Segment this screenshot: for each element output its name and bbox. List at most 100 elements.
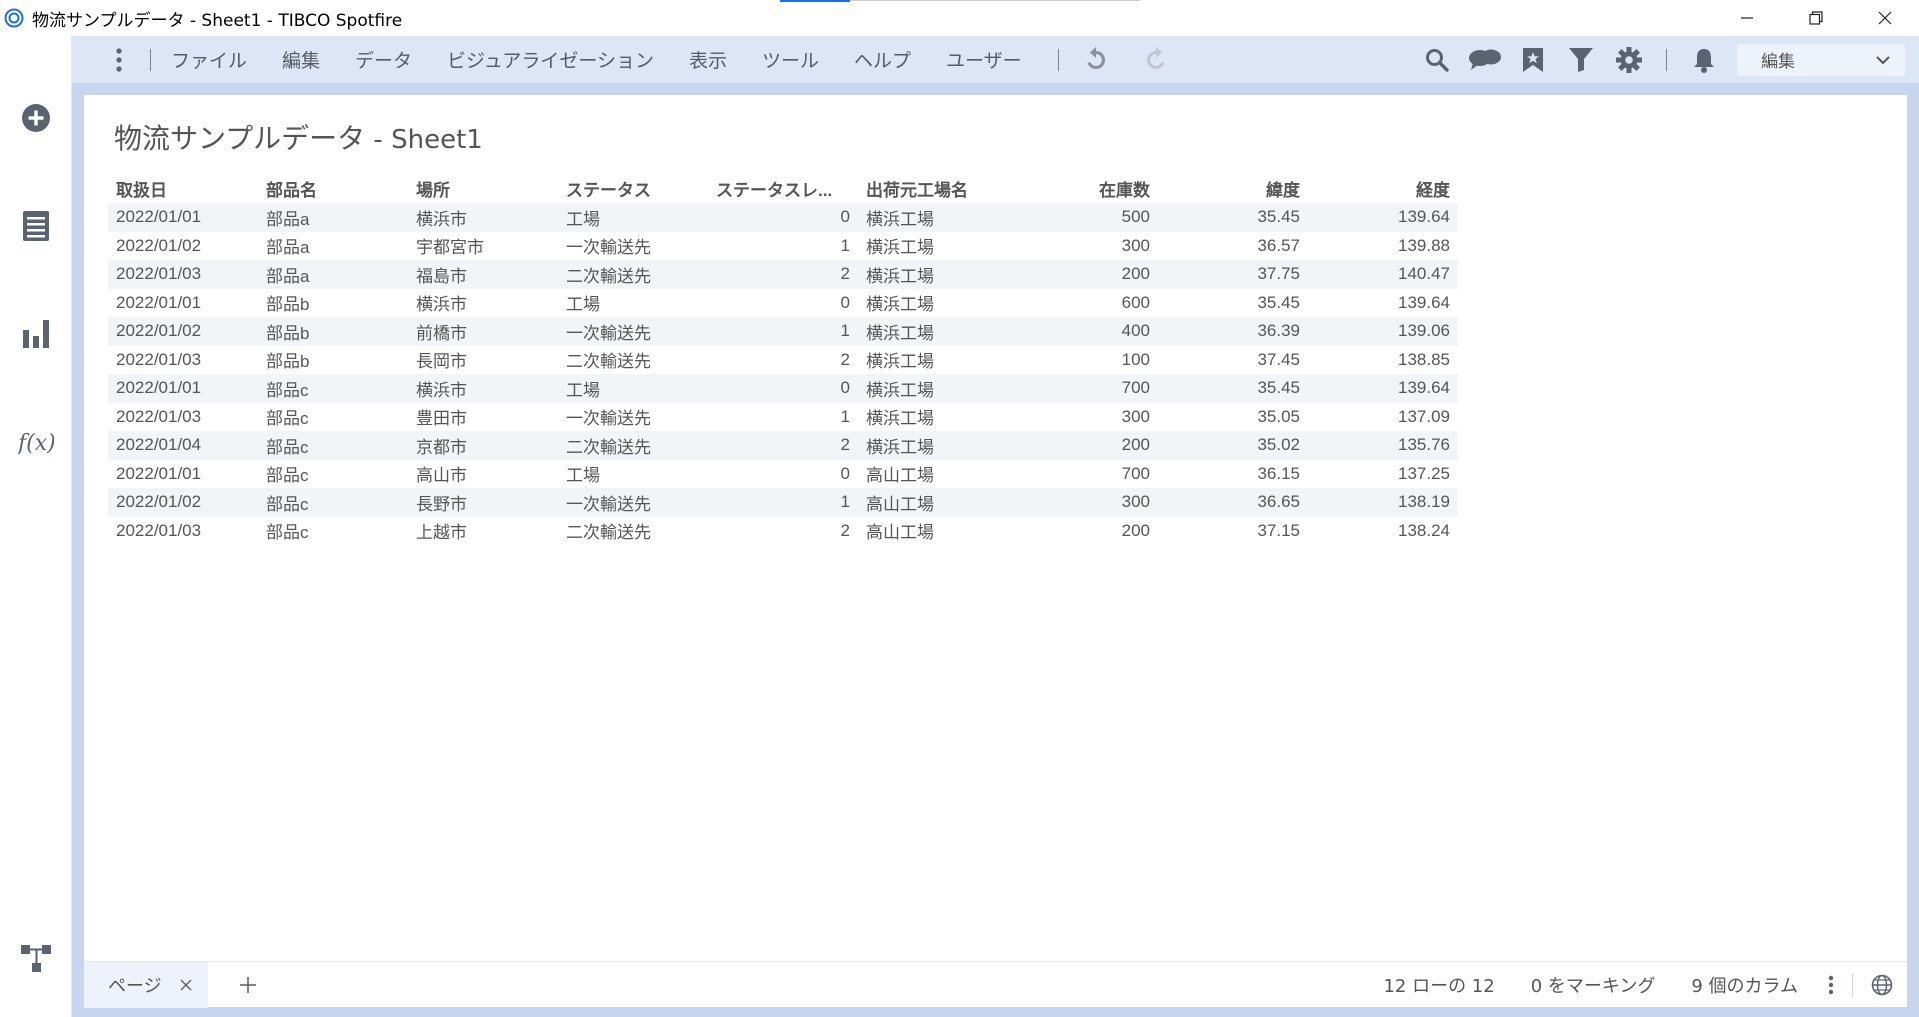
table-cell: 139.64 <box>1398 292 1450 312</box>
table-cell: 0 <box>840 463 850 483</box>
title-sheet: Sheet1 <box>391 125 483 155</box>
table-cell: 700 <box>1121 463 1150 483</box>
table-cell: 36.15 <box>1257 463 1300 483</box>
restore-icon <box>1808 11 1823 25</box>
column-header[interactable]: 在庫数 <box>1008 173 1158 203</box>
collaboration-button[interactable] <box>1468 43 1502 77</box>
kebab-menu-icon[interactable] <box>1828 975 1834 995</box>
table-row[interactable]: 2022/01/01 部品c 横浜市 工場 0 横浜工場 700 35.45 1… <box>108 374 1458 403</box>
visualization-types-button[interactable] <box>14 312 58 356</box>
data-canvas-button[interactable] <box>14 936 58 980</box>
table-cell: 高山工場 <box>866 494 934 514</box>
table-cell: 部品c <box>266 494 309 514</box>
bar-chart-icon <box>23 320 49 348</box>
search-button[interactable] <box>1420 43 1454 77</box>
table-cell: 京都市 <box>416 437 467 457</box>
filter-icon <box>1569 47 1593 72</box>
table-row[interactable]: 2022/01/03 部品c 豊田市 一次輸送先 1 横浜工場 300 35.0… <box>108 402 1458 431</box>
table-row[interactable]: 2022/01/01 部品c 高山市 工場 0 高山工場 700 36.15 1… <box>108 459 1458 488</box>
table-cell: 138.24 <box>1398 520 1450 540</box>
add-data-button[interactable] <box>14 96 58 140</box>
table-cell: 139.64 <box>1398 378 1450 398</box>
undo-button[interactable] <box>1079 43 1113 77</box>
table-row[interactable]: 2022/01/01 部品a 横浜市 工場 0 横浜工場 500 35.45 1… <box>108 203 1458 232</box>
table-cell: 2 <box>840 264 850 284</box>
table-cell: 0 <box>840 292 850 312</box>
table-cell: 2022/01/04 <box>116 435 202 455</box>
table-visualization[interactable]: 物流サンプルデータ - Sheet1 取扱日 部品名 場所 ステータス ステータ… <box>84 95 1907 961</box>
globe-icon[interactable] <box>1871 974 1893 996</box>
table-row[interactable]: 2022/01/01 部品b 横浜市 工場 0 横浜工場 600 35.45 1… <box>108 288 1458 317</box>
data-panel-button[interactable] <box>14 204 58 248</box>
redo-icon <box>1146 46 1165 69</box>
table-cell: 一次輸送先 <box>566 238 651 258</box>
table-cell: 35.02 <box>1257 435 1300 455</box>
menu-edit[interactable]: 編集 <box>282 46 320 73</box>
table-cell: 35.45 <box>1257 378 1300 398</box>
table-cell: 横浜市 <box>416 295 467 315</box>
column-header[interactable]: 場所 <box>408 173 558 203</box>
table-cell: 福島市 <box>416 266 467 286</box>
menu-help[interactable]: ヘルプ <box>854 46 911 73</box>
table-row[interactable]: 2022/01/04 部品c 京都市 二次輸送先 2 横浜工場 200 35.0… <box>108 431 1458 460</box>
page-tab[interactable]: ページ <box>84 962 208 1008</box>
menu-view[interactable]: 表示 <box>689 46 727 73</box>
table-cell: 0 <box>840 207 850 227</box>
menu-tools[interactable]: ツール <box>762 46 819 73</box>
table-cell: 2022/01/02 <box>116 235 202 255</box>
column-header[interactable]: ステータスレ... <box>708 173 858 203</box>
mode-select[interactable]: 編集 <box>1737 43 1905 76</box>
column-header[interactable]: 取扱日 <box>108 173 258 203</box>
table-row[interactable]: 2022/01/02 部品c 長野市 一次輸送先 1 高山工場 300 36.6… <box>108 488 1458 517</box>
column-header[interactable]: 出荷元工場名 <box>858 173 1008 203</box>
table-cell: 2022/01/02 <box>116 321 202 341</box>
redo-button[interactable] <box>1139 43 1173 77</box>
main-menu-button[interactable] <box>108 45 130 75</box>
menu-user[interactable]: ユーザー <box>946 46 1022 73</box>
fx-icon: f(x) <box>18 431 54 456</box>
menu-data[interactable]: データ <box>355 46 412 73</box>
table-row[interactable]: 2022/01/03 部品c 上越市 二次輸送先 2 高山工場 200 37.1… <box>108 516 1458 545</box>
filters-button[interactable] <box>1564 43 1598 77</box>
table-cell: 300 <box>1121 492 1150 512</box>
table-cell: 横浜工場 <box>866 380 934 400</box>
table-row[interactable]: 2022/01/03 部品a 福島市 二次輸送先 2 横浜工場 200 37.7… <box>108 260 1458 289</box>
table-cell: 二次輸送先 <box>566 523 651 543</box>
minimize-button[interactable] <box>1712 0 1781 36</box>
table-cell: 35.45 <box>1257 292 1300 312</box>
column-header[interactable]: 部品名 <box>258 173 408 203</box>
table-cell: 高山市 <box>416 466 467 486</box>
minimize-icon <box>1740 17 1753 19</box>
table-row[interactable]: 2022/01/03 部品b 長岡市 二次輸送先 2 横浜工場 100 37.4… <box>108 345 1458 374</box>
table-cell: 高山工場 <box>866 466 934 486</box>
table-cell: 横浜工場 <box>866 295 934 315</box>
toolbar-divider <box>1666 48 1667 71</box>
table-cell: 140.47 <box>1398 264 1450 284</box>
column-header[interactable]: 緯度 <box>1158 173 1308 203</box>
settings-button[interactable] <box>1612 43 1646 77</box>
table-cell: 部品c <box>266 409 309 429</box>
add-page-button[interactable] <box>228 962 268 1008</box>
notifications-button[interactable] <box>1687 43 1721 77</box>
table-cell: 36.57 <box>1257 235 1300 255</box>
data-table[interactable]: 取扱日 部品名 場所 ステータス ステータスレ... 出荷元工場名 在庫数 緯度… <box>108 173 1458 545</box>
bookmarks-button[interactable] <box>1516 43 1550 77</box>
close-button[interactable] <box>1850 0 1919 36</box>
table-cell: 横浜工場 <box>866 409 934 429</box>
close-icon[interactable] <box>180 979 192 991</box>
calculated-column-button[interactable]: f(x) <box>14 420 58 464</box>
table-cell: 36.65 <box>1257 492 1300 512</box>
menu-visualization[interactable]: ビジュアライゼーション <box>447 46 654 73</box>
table-row[interactable]: 2022/01/02 部品a 宇都宮市 一次輸送先 1 横浜工場 300 36.… <box>108 231 1458 260</box>
table-cell: 2022/01/01 <box>116 463 202 483</box>
table-cell: 2022/01/01 <box>116 378 202 398</box>
restore-button[interactable] <box>1781 0 1850 36</box>
column-count: 9 個のカラム <box>1691 976 1798 997</box>
table-header-row: 取扱日 部品名 場所 ステータス ステータスレ... 出荷元工場名 在庫数 緯度… <box>108 173 1458 203</box>
table-row[interactable]: 2022/01/02 部品b 前橋市 一次輸送先 1 横浜工場 400 36.3… <box>108 317 1458 346</box>
comments-icon <box>1469 49 1501 70</box>
column-header[interactable]: ステータス <box>558 173 708 203</box>
table-cell: 2022/01/01 <box>116 292 202 312</box>
menu-file[interactable]: ファイル <box>171 46 247 73</box>
column-header[interactable]: 経度 <box>1308 173 1458 203</box>
